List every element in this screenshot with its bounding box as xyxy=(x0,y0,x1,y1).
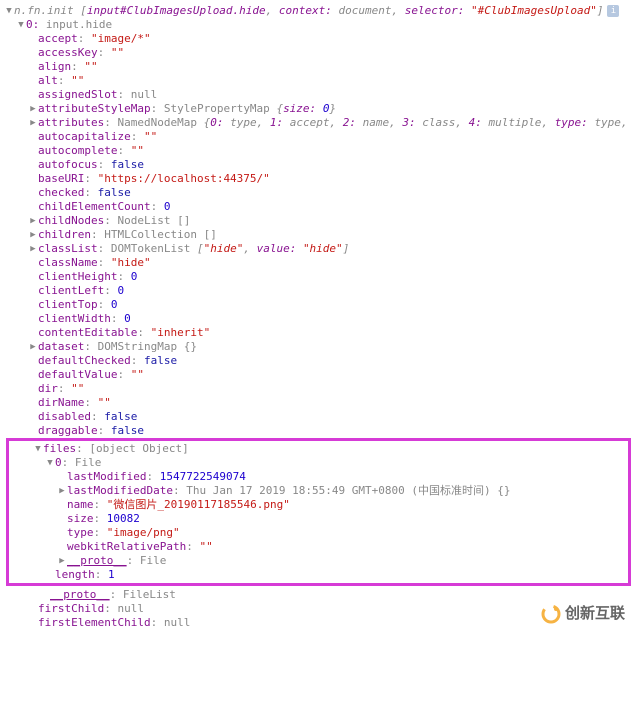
prop-autocapitalize[interactable]: autocapitalize: "" xyxy=(4,130,635,144)
prop-clientwidth[interactable]: clientWidth: 0 xyxy=(4,312,635,326)
collapse-arrow-icon[interactable]: ▶ xyxy=(28,214,38,228)
prop-attributestylemap[interactable]: ▶attributeStyleMap: StylePropertyMap {si… xyxy=(4,102,635,116)
prop-clientheight[interactable]: clientHeight: 0 xyxy=(4,270,635,284)
expand-arrow-icon[interactable]: ▼ xyxy=(45,456,55,470)
file-type[interactable]: type: "image/png" xyxy=(9,526,628,540)
expand-arrow-icon[interactable]: ▼ xyxy=(16,18,26,32)
collapse-arrow-icon[interactable]: ▶ xyxy=(28,242,38,256)
collapse-arrow-icon[interactable]: ▶ xyxy=(57,554,67,568)
collapse-arrow-icon[interactable]: ▶ xyxy=(28,102,38,116)
files-proto[interactable]: __proto__: FileList xyxy=(4,588,635,602)
element-descriptor: input#ClubImagesUpload.hide xyxy=(87,4,266,17)
prop-contenteditable[interactable]: contentEditable: "inherit" xyxy=(4,326,635,340)
prop-assignedslot[interactable]: assignedSlot: null xyxy=(4,88,635,102)
watermark: 创新互联 xyxy=(541,604,625,624)
prop-childnodes[interactable]: ▶childNodes: NodeList [] xyxy=(4,214,635,228)
files-item-0[interactable]: ▼0: File xyxy=(9,456,628,470)
files-length[interactable]: length: 1 xyxy=(9,568,628,582)
prop-dir[interactable]: dir: "" xyxy=(4,382,635,396)
prop-align[interactable]: align: "" xyxy=(4,60,635,74)
array-item-0[interactable]: ▼0: input.hide xyxy=(4,18,635,32)
file-webkitrelativepath[interactable]: webkitRelativePath: "" xyxy=(9,540,628,554)
file-proto[interactable]: ▶__proto__: File xyxy=(9,554,628,568)
logo-icon xyxy=(541,604,561,624)
file-lastmodified[interactable]: lastModified: 1547722549074 xyxy=(9,470,628,484)
prop-draggable[interactable]: draggable: false xyxy=(4,424,635,438)
prop-alt[interactable]: alt: "" xyxy=(4,74,635,88)
collapse-arrow-icon[interactable]: ▶ xyxy=(28,116,38,130)
prop-attributes[interactable]: ▶attributes: NamedNodeMap {0: type, 1: a… xyxy=(4,116,635,130)
collapse-arrow-icon[interactable]: ▶ xyxy=(57,484,67,498)
expand-arrow-icon[interactable]: ▼ xyxy=(33,442,43,456)
prop-classname[interactable]: className: "hide" xyxy=(4,256,635,270)
prop-files[interactable]: ▼files: [object Object] xyxy=(9,442,628,456)
prop-clienttop[interactable]: clientTop: 0 xyxy=(4,298,635,312)
prop-autocomplete[interactable]: autocomplete: "" xyxy=(4,144,635,158)
prop-dataset[interactable]: ▶dataset: DOMStringMap {} xyxy=(4,340,635,354)
prop-defaultvalue[interactable]: defaultValue: "" xyxy=(4,368,635,382)
file-name[interactable]: name: "微信图片_20190117185546.png" xyxy=(9,498,628,512)
prop-accept[interactable]: accept: "image/*" xyxy=(4,32,635,46)
highlighted-files-block: ▼files: [object Object] ▼0: File lastMod… xyxy=(6,438,631,586)
file-lastmodifieddate[interactable]: ▶lastModifiedDate: Thu Jan 17 2019 18:55… xyxy=(9,484,628,498)
collapse-arrow-icon[interactable]: ▶ xyxy=(28,340,38,354)
expand-arrow-icon[interactable]: ▼ xyxy=(4,4,14,18)
prop-clientleft[interactable]: clientLeft: 0 xyxy=(4,284,635,298)
collapse-arrow-icon[interactable]: ▶ xyxy=(28,228,38,242)
prop-children[interactable]: ▶children: HTMLCollection [] xyxy=(4,228,635,242)
prop-checked[interactable]: checked: false xyxy=(4,186,635,200)
prop-dirname[interactable]: dirName: "" xyxy=(4,396,635,410)
constructor-name: n.fn.init xyxy=(14,4,80,17)
info-icon[interactable]: i xyxy=(607,5,619,17)
prop-accesskey[interactable]: accessKey: "" xyxy=(4,46,635,60)
prop-classlist[interactable]: ▶classList: DOMTokenList ["hide", value:… xyxy=(4,242,635,256)
prop-autofocus[interactable]: autofocus: false xyxy=(4,158,635,172)
prop-baseuri[interactable]: baseURI: "https://localhost:44375/" xyxy=(4,172,635,186)
prop-disabled[interactable]: disabled: false xyxy=(4,410,635,424)
prop-childelementcount[interactable]: childElementCount: 0 xyxy=(4,200,635,214)
file-size[interactable]: size: 10082 xyxy=(9,512,628,526)
prop-defaultchecked[interactable]: defaultChecked: false xyxy=(4,354,635,368)
object-header[interactable]: ▼n.fn.init [input#ClubImagesUpload.hide,… xyxy=(4,4,635,18)
